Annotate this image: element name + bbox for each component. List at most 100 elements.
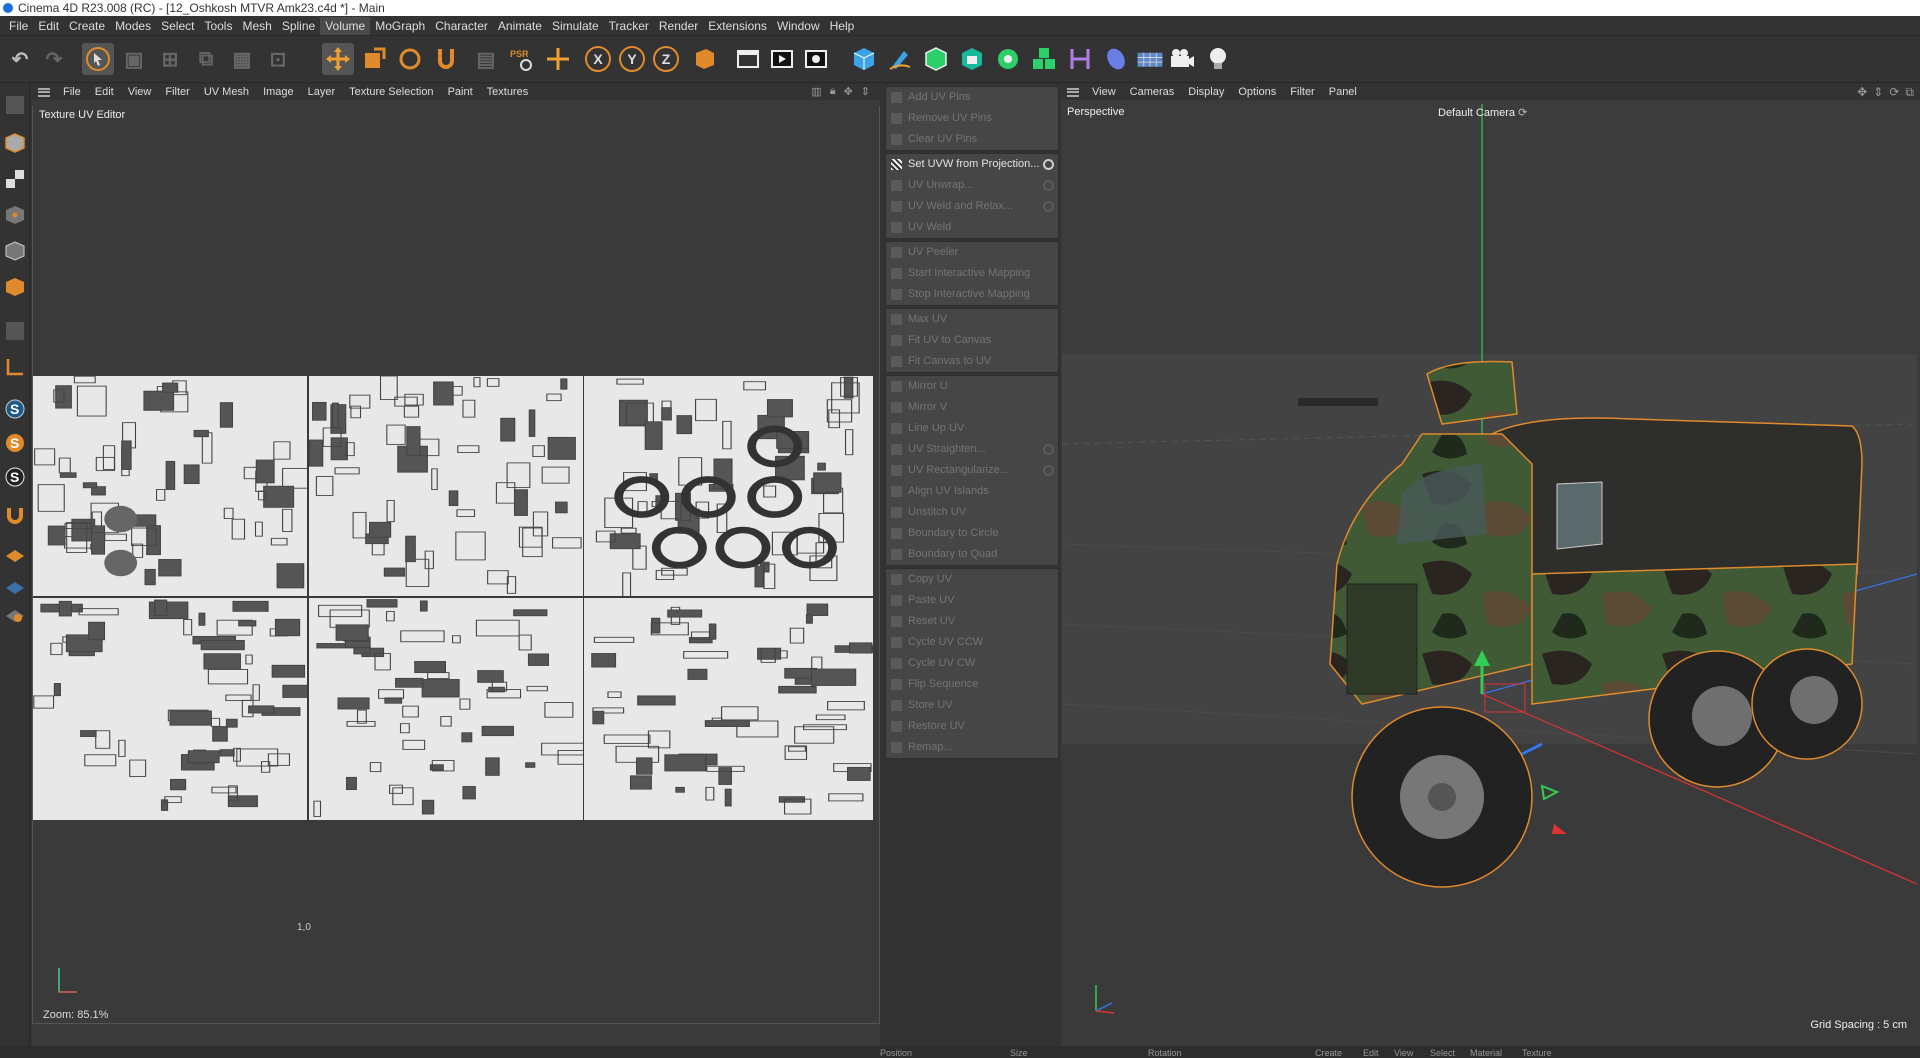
move-view-icon[interactable]: ✥: [1857, 85, 1867, 100]
pen-icon[interactable]: [884, 43, 916, 75]
manager-tab-create[interactable]: Create: [1315, 1048, 1342, 1058]
uv-command-mirror-u[interactable]: Mirror U: [886, 376, 1058, 397]
render-region-icon[interactable]: [732, 43, 764, 75]
uv-command-mirror-v[interactable]: Mirror V: [886, 397, 1058, 418]
camera-icon[interactable]: [1166, 43, 1198, 75]
menu-tools[interactable]: Tools: [199, 17, 237, 35]
uv-command-cycle-uv-ccw[interactable]: Cycle UV CCW: [886, 632, 1058, 653]
uv-editor-menu-edit[interactable]: Edit: [88, 86, 121, 98]
uv-command-fit-canvas-to-uv[interactable]: Fit Canvas to UV: [886, 351, 1058, 372]
psr-icon[interactable]: PSR: [506, 43, 538, 75]
extrude-icon[interactable]: [956, 43, 988, 75]
render-settings-icon[interactable]: [800, 43, 832, 75]
uv-editor-menu-texture-selection[interactable]: Texture Selection: [342, 86, 440, 98]
viewport-menu-display[interactable]: Display: [1181, 86, 1231, 98]
gear-icon[interactable]: [1043, 444, 1054, 455]
uv-command-reset-uv[interactable]: Reset UV: [886, 611, 1058, 632]
uv-editor-menu-layer[interactable]: Layer: [301, 86, 343, 98]
gear-icon[interactable]: [1043, 159, 1054, 170]
rotate-icon[interactable]: [394, 43, 426, 75]
zoom-icon[interactable]: ⇕: [861, 85, 870, 98]
z-axis-lock-button[interactable]: Z: [650, 43, 682, 75]
model-mode-icon[interactable]: ▤: [470, 43, 502, 75]
field-icon[interactable]: [1100, 43, 1132, 75]
light-icon[interactable]: [1202, 43, 1234, 75]
uv-command-copy-uv[interactable]: Copy UV: [886, 569, 1058, 590]
model-mode-icon[interactable]: [2, 130, 28, 156]
uv-command-unstitch-uv[interactable]: Unstitch UV: [886, 502, 1058, 523]
live-selection-icon[interactable]: [82, 43, 114, 75]
uv-command-uv-rectangularize[interactable]: UV Rectangularize...: [886, 460, 1058, 481]
world-axis-icon[interactable]: [542, 43, 574, 75]
uv-command-align-uv-islands[interactable]: Align UV Islands: [886, 481, 1058, 502]
polygons-mode-icon[interactable]: [2, 274, 28, 300]
manager-tab-select[interactable]: Select: [1430, 1048, 1455, 1058]
menu-render[interactable]: Render: [654, 17, 703, 35]
points-mode-icon[interactable]: [2, 202, 28, 228]
menu-edit[interactable]: Edit: [33, 17, 64, 35]
uv-editor-menu-textures[interactable]: Textures: [480, 86, 536, 98]
uv-command-start-interactive-mapping[interactable]: Start Interactive Mapping: [886, 263, 1058, 284]
manager-tab-edit[interactable]: Edit: [1363, 1048, 1379, 1058]
edges-mode-icon[interactable]: ⧉: [190, 43, 222, 75]
viewport-menu-view[interactable]: View: [1085, 86, 1123, 98]
deformer-icon[interactable]: [1064, 43, 1096, 75]
uv-command-max-uv[interactable]: Max UV: [886, 309, 1058, 330]
uv-command-restore-uv[interactable]: Restore UV: [886, 716, 1058, 737]
move-icon[interactable]: [322, 43, 354, 75]
gear-icon[interactable]: [1043, 180, 1054, 191]
uv-command-uv-unwrap[interactable]: UV Unwrap...: [886, 175, 1058, 196]
locked-workplane-icon[interactable]: [2, 574, 28, 600]
active-camera-label[interactable]: Default Camera ⟳: [1438, 106, 1527, 119]
y-axis-lock-button[interactable]: Y: [616, 43, 648, 75]
manager-tab-view[interactable]: View: [1394, 1048, 1413, 1058]
viewport-menu-cameras[interactable]: Cameras: [1123, 86, 1182, 98]
x-axis-lock-button[interactable]: X: [582, 43, 614, 75]
uv-command-set-uvw-from-projection[interactable]: Set UVW from Projection...: [886, 154, 1058, 175]
menu-animate[interactable]: Animate: [493, 17, 547, 35]
menu-tracker[interactable]: Tracker: [604, 17, 654, 35]
cube-mode-icon[interactable]: ▣: [118, 43, 150, 75]
menu-modes[interactable]: Modes: [110, 17, 156, 35]
undo-icon[interactable]: ↶: [4, 43, 36, 75]
snap-icon[interactable]: [430, 43, 462, 75]
uv-command-uv-peeler[interactable]: UV Peeler: [886, 242, 1058, 263]
viewport-menu-panel[interactable]: Panel: [1322, 86, 1364, 98]
menu-window[interactable]: Window: [772, 17, 825, 35]
uv-editor-menu-uv-mesh[interactable]: UV Mesh: [197, 86, 256, 98]
lock-icon[interactable]: 🔒︎: [830, 85, 836, 98]
zoom-view-icon[interactable]: ⇕: [1873, 85, 1883, 100]
render-view-icon[interactable]: [766, 43, 798, 75]
uv-editor-menu-image[interactable]: Image: [256, 86, 301, 98]
uv-command-uv-straighten[interactable]: UV Straighten...: [886, 439, 1058, 460]
viewport-menu-options[interactable]: Options: [1231, 86, 1283, 98]
uv-editor-menu-paint[interactable]: Paint: [441, 86, 480, 98]
uv-command-fit-uv-to-canvas[interactable]: Fit UV to Canvas: [886, 330, 1058, 351]
uv-mode-icon[interactable]: ⊡: [262, 43, 294, 75]
uv-command-remove-uv-pins[interactable]: Remove UV Pins: [886, 108, 1058, 129]
menu-help[interactable]: Help: [825, 17, 860, 35]
menu-character[interactable]: Character: [430, 17, 493, 35]
solo-off-icon[interactable]: S: [2, 464, 28, 490]
gear-icon[interactable]: [1043, 465, 1054, 476]
menu-simulate[interactable]: Simulate: [547, 17, 604, 35]
uv-command-uv-weld[interactable]: UV Weld: [886, 217, 1058, 238]
uv-command-boundary-to-quad[interactable]: Boundary to Quad: [886, 544, 1058, 565]
solo-mode-icon[interactable]: S: [2, 396, 28, 422]
menu-create[interactable]: Create: [64, 17, 110, 35]
menu-extensions[interactable]: Extensions: [703, 17, 772, 35]
gear-icon[interactable]: [1043, 201, 1054, 212]
redo-icon[interactable]: ↷: [38, 43, 70, 75]
menu-mograph[interactable]: MoGraph: [370, 17, 430, 35]
uv-editor-menu-file[interactable]: File: [56, 86, 88, 98]
camera-switch-icon[interactable]: ⟳: [1518, 107, 1527, 119]
make-editable-icon[interactable]: [2, 92, 28, 118]
uv-editor-menu-view[interactable]: View: [121, 86, 159, 98]
texture-mode-icon[interactable]: [2, 166, 28, 192]
polygons-mode-icon[interactable]: ▦: [226, 43, 258, 75]
pan-icon[interactable]: ✥: [844, 85, 853, 98]
uv-command-store-uv[interactable]: Store UV: [886, 695, 1058, 716]
planar-workplane-icon[interactable]: [2, 602, 28, 628]
cloner-icon[interactable]: [992, 43, 1024, 75]
uv-command-boundary-to-circle[interactable]: Boundary to Circle: [886, 523, 1058, 544]
